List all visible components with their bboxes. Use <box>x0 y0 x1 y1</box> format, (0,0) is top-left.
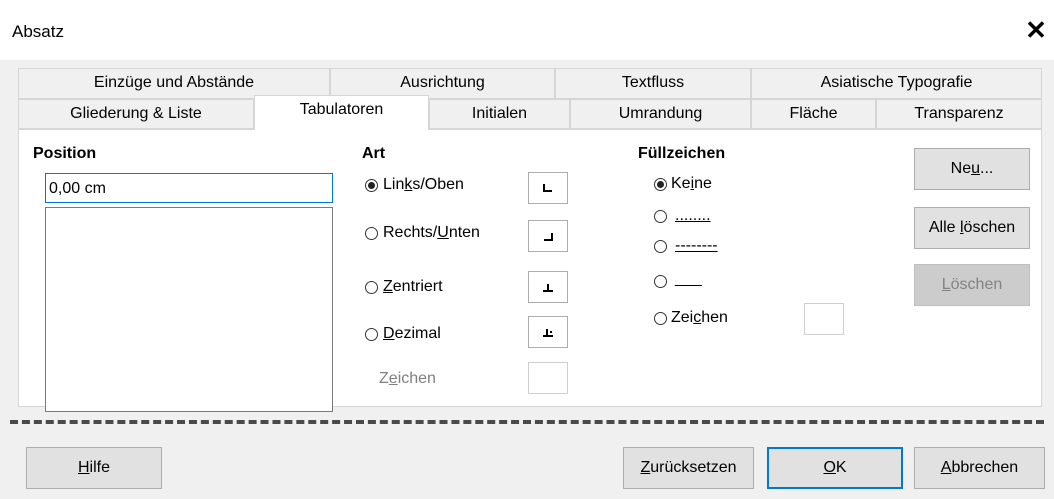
position-list[interactable] <box>45 207 333 412</box>
close-icon[interactable]: ✕ <box>1024 16 1048 44</box>
radio-underscore[interactable] <box>654 275 667 288</box>
label-zeichen: Zeichen <box>671 309 728 326</box>
tab-gliederung-und-liste[interactable]: Gliederung & Liste <box>18 99 254 129</box>
label-dashed: -------- <box>675 237 718 254</box>
position-input[interactable]: 0,00 cm <box>45 173 333 203</box>
zuruecksetzen-button[interactable]: Zurücksetzen <box>623 447 754 489</box>
alle-loeschen-button[interactable]: Alle löschen <box>914 207 1030 249</box>
position-header: Position <box>33 145 97 162</box>
decimal-char-field <box>528 362 568 394</box>
radio-zeichen[interactable] <box>654 312 667 325</box>
tab-label: Umrandung <box>618 105 703 122</box>
radio-keine[interactable] <box>654 178 667 191</box>
ok-button[interactable]: OK <box>767 447 903 489</box>
tab-label: Tabulatoren <box>299 101 384 118</box>
fuellzeichen-header: Füllzeichen <box>638 145 726 162</box>
label-underscore: ___ <box>675 270 702 287</box>
label-dezimal: Dezimal <box>383 325 441 342</box>
neu-button[interactable]: Neu... <box>914 148 1030 190</box>
position-input-value: 0,00 cm <box>49 180 106 197</box>
tab-flaeche[interactable]: Fläche <box>751 99 876 129</box>
tab-label: Initialen <box>471 105 528 122</box>
art-header: Art <box>362 145 386 162</box>
tab-label: Gliederung & Liste <box>70 105 202 122</box>
tab-center-icon <box>528 271 568 303</box>
loeschen-button[interactable]: Löschen <box>914 264 1030 306</box>
tab-label: Textfluss <box>621 74 685 91</box>
abbrechen-button[interactable]: Abbrechen <box>914 447 1045 489</box>
tab-label: Transparenz <box>914 105 1004 122</box>
radio-dashed[interactable] <box>654 240 667 253</box>
tab-textfluss[interactable]: Textfluss <box>555 68 751 99</box>
tab-label: Ausrichtung <box>400 74 485 91</box>
tab-asiatische-typografie[interactable]: Asiatische Typografie <box>751 68 1042 99</box>
hilfe-button[interactable]: Hilfe <box>26 447 162 489</box>
radio-dezimal[interactable] <box>365 328 378 341</box>
tab-transparenz[interactable]: Transparenz <box>876 99 1042 129</box>
tab-tabulatoren[interactable]: Tabulatoren <box>254 95 429 130</box>
label-dotted: ........ <box>675 207 711 224</box>
tab-label: Asiatische Typografie <box>820 74 973 91</box>
label-zentriert: Zentriert <box>383 278 443 295</box>
separator <box>10 420 1044 424</box>
radio-dotted[interactable] <box>654 210 667 223</box>
radio-rechts-unten[interactable] <box>365 227 378 240</box>
label-zeichen-disabled: Zeichen <box>379 370 436 387</box>
label-links-oben: Links/Oben <box>383 176 464 193</box>
label-rechts-unten: Rechts/Unten <box>383 224 480 241</box>
tab-umrandung[interactable]: Umrandung <box>570 99 751 129</box>
tab-label: Fläche <box>789 105 838 122</box>
label-keine: Keine <box>671 175 712 192</box>
tab-initialen[interactable]: Initialen <box>429 99 570 129</box>
tab-label: Einzüge und Abstände <box>93 74 255 91</box>
radio-zentriert[interactable] <box>365 281 378 294</box>
tab-left-icon <box>528 172 568 204</box>
radio-links-oben[interactable] <box>365 179 378 192</box>
title-bar <box>0 0 1054 60</box>
tab-right-icon <box>528 220 568 252</box>
dialog-title: Absatz <box>12 22 64 41</box>
fill-char-field[interactable] <box>804 303 844 335</box>
tab-decimal-icon <box>528 316 568 348</box>
